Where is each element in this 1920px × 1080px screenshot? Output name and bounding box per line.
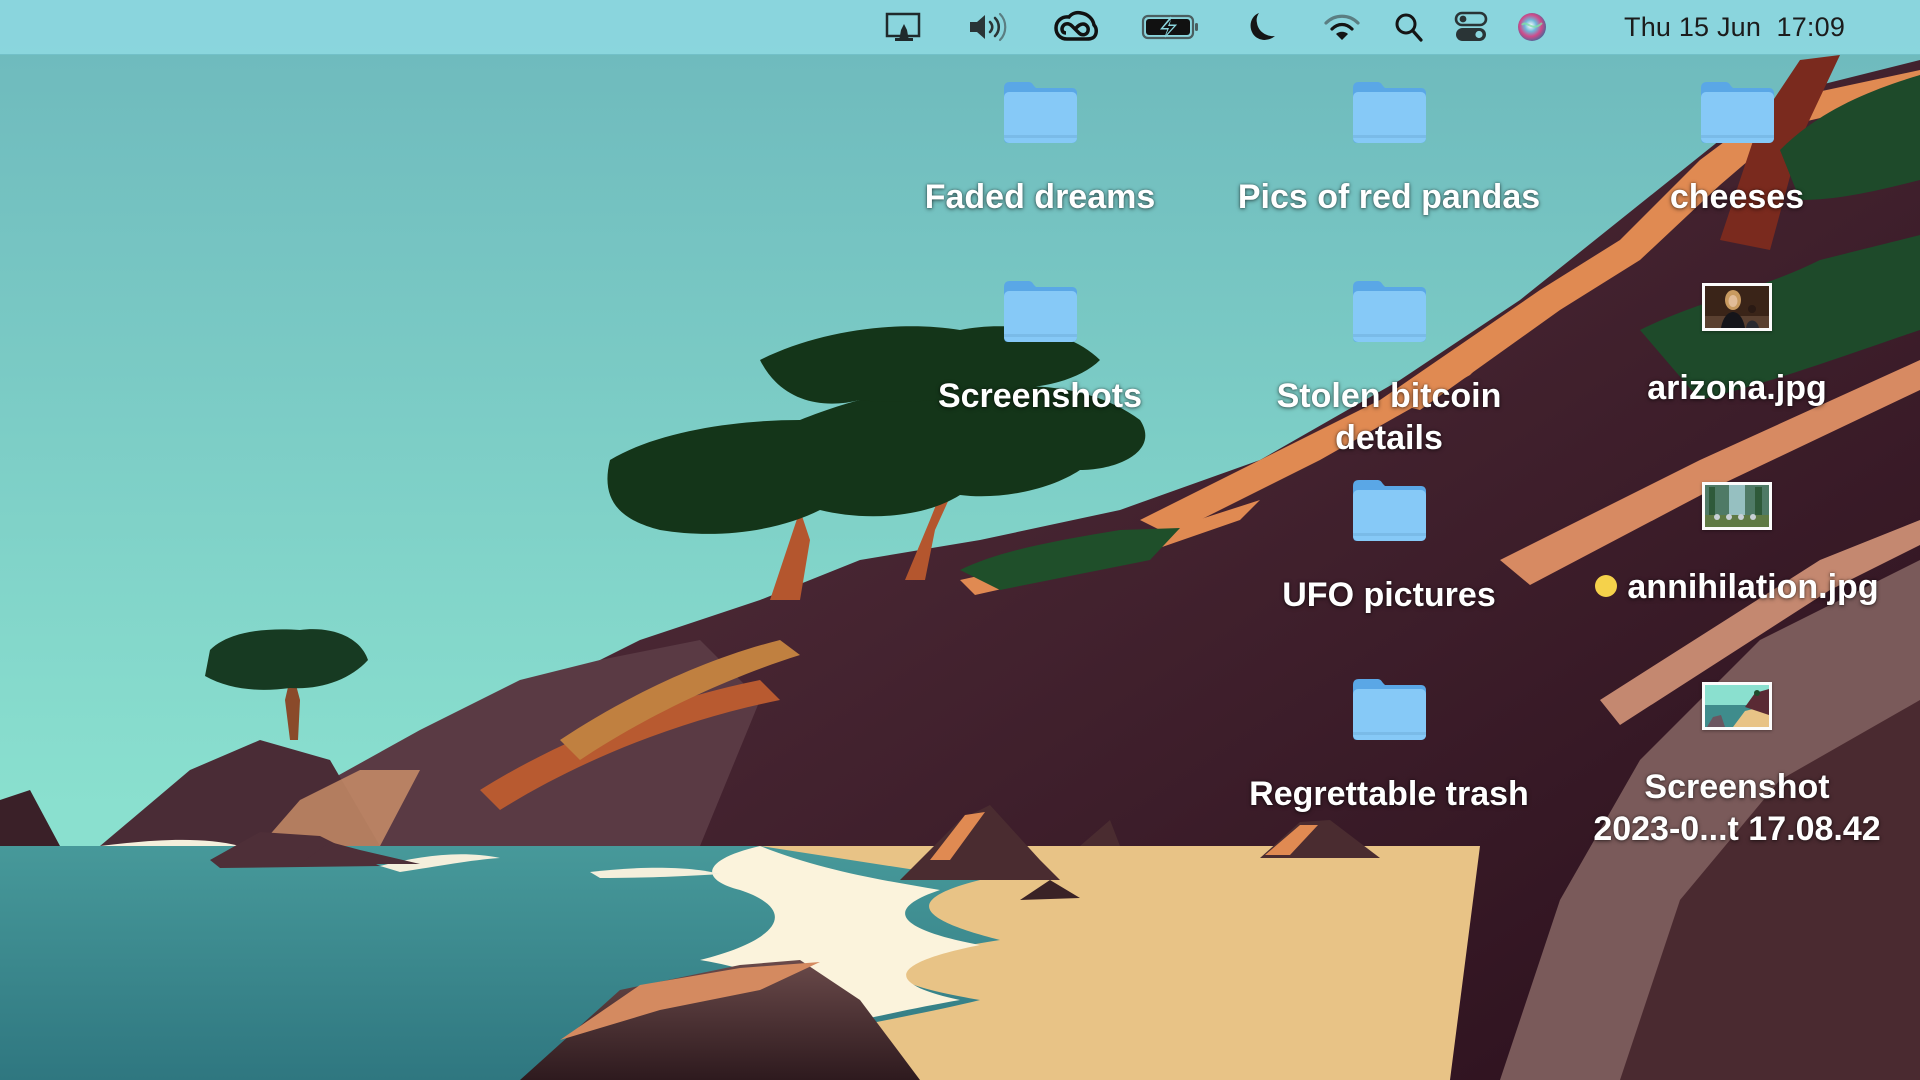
desktop-item-label: arizona.jpg <box>1647 369 1827 407</box>
folder-icon <box>1004 82 1077 143</box>
image-thumbnail-icon <box>1702 682 1772 730</box>
volume-button[interactable] <box>966 0 1014 54</box>
desktop-item-cheeses[interactable]: cheeses <box>1567 80 1907 218</box>
folder-icon <box>1004 281 1077 342</box>
folder-icon <box>1701 82 1774 143</box>
wifi-icon <box>1324 14 1360 40</box>
desktop-item-annihilation-jpg[interactable]: annihilation.jpg <box>1567 476 1907 608</box>
desktop-item-regrettable-trash[interactable]: Regrettable trash <box>1219 677 1559 815</box>
desktop-item-label: Faded dreams <box>924 178 1156 216</box>
folder-icon <box>1353 281 1426 342</box>
desktop-item-pics-of-red-pandas[interactable]: Pics of red pandas <box>1219 80 1559 218</box>
desktop-item-screenshot-2023[interactable]: Screenshot 2023-0...t 17.08.42 <box>1567 676 1907 850</box>
spotlight-button[interactable] <box>1392 0 1426 54</box>
battery-charging-icon <box>1141 14 1198 40</box>
desktop-item-ufo-pictures[interactable]: UFO pictures <box>1219 478 1559 616</box>
spotlight-search-icon <box>1395 13 1423 42</box>
focus-moon-icon <box>1250 13 1275 40</box>
image-thumbnail-icon <box>1702 283 1772 331</box>
folder-icon <box>1353 82 1426 143</box>
desktop-item-label: Screenshots <box>937 377 1143 415</box>
desktop-item-label-row: annihilation.jpg <box>1595 566 1879 608</box>
creative-cloud-icon <box>1054 10 1098 41</box>
desktop-item-faded-dreams[interactable]: Faded dreams <box>870 80 1210 218</box>
image-thumbnail-icon <box>1702 482 1772 530</box>
desktop-item-stolen-bitcoin-details[interactable]: Stolen bitcoin details <box>1219 279 1559 459</box>
siri-icon <box>1518 13 1546 41</box>
desktop-item-label: annihilation.jpg <box>1627 568 1879 606</box>
yellow-tag-icon <box>1595 575 1618 598</box>
creative-cloud-button[interactable] <box>1052 0 1100 54</box>
menu-bar-clock[interactable]: Thu 15 Jun 17:09 <box>1624 0 1845 54</box>
screen-mirroring-icon <box>885 12 921 41</box>
desktop-item-label: UFO pictures <box>1282 576 1496 614</box>
folder-icon <box>1353 480 1426 541</box>
desktop-item-label: Pics of red pandas <box>1237 178 1541 216</box>
desktop-item-arizona-jpg[interactable]: arizona.jpg <box>1567 277 1907 409</box>
desktop-item-screenshots[interactable]: Screenshots <box>870 279 1210 417</box>
desktop-item-label: Stolen bitcoin details <box>1276 377 1502 457</box>
control-center-icon <box>1454 11 1488 41</box>
screen-mirroring-button[interactable] <box>884 0 924 54</box>
siri-button[interactable] <box>1514 0 1550 54</box>
volume-icon <box>970 12 1007 42</box>
control-center-button[interactable] <box>1452 0 1490 54</box>
desktop-item-label: cheeses <box>1669 178 1805 216</box>
battery-status[interactable] <box>1140 0 1202 54</box>
wifi-button[interactable] <box>1322 0 1362 54</box>
desktop-item-label: Regrettable trash <box>1249 775 1529 813</box>
focus-button[interactable] <box>1242 0 1282 54</box>
folder-icon <box>1353 679 1426 740</box>
menu-bar: Thu 15 Jun 17:09 <box>0 0 1920 55</box>
desktop-item-label: Screenshot 2023-0...t 17.08.42 <box>1593 768 1881 848</box>
